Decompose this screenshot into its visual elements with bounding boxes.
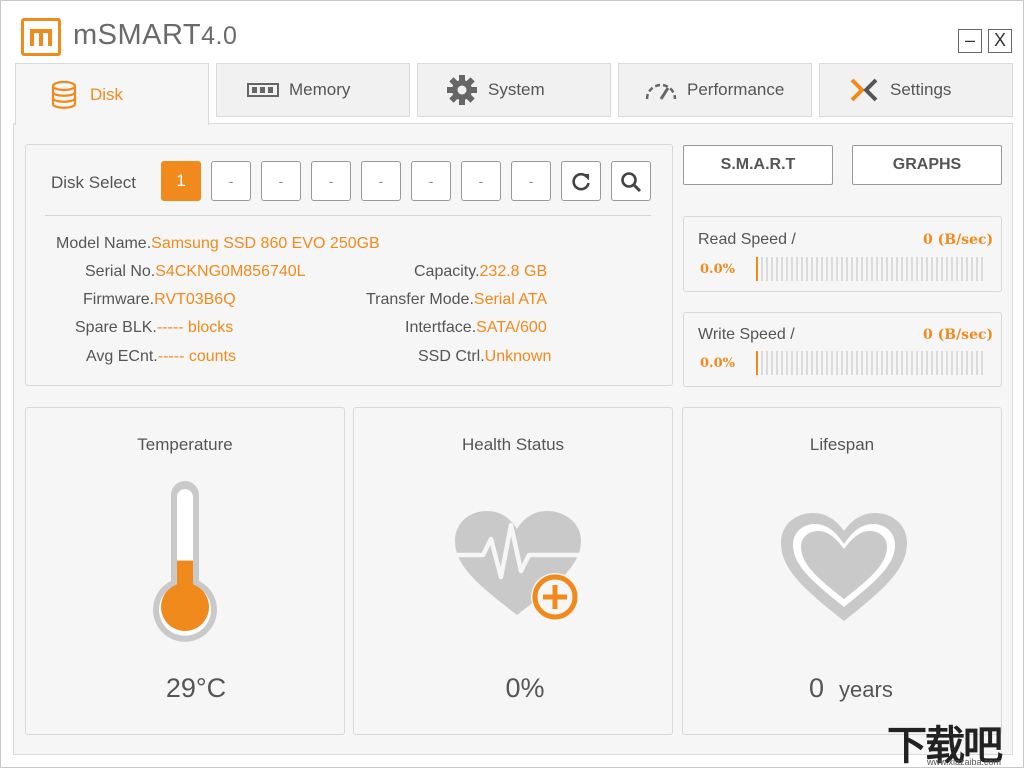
tab-memory[interactable]: Memory: [216, 63, 410, 117]
tab-memory-label: Memory: [289, 80, 351, 99]
read-speed-value: 0 (B/sec): [923, 232, 994, 248]
capacity-label: Capacity.: [414, 263, 480, 280]
health-value: 0%: [505, 673, 545, 703]
serial-no-row: Serial No.S4CKNG0M856740L: [85, 263, 306, 281]
app-title: mSMART4.0: [73, 19, 237, 52]
write-speed-bar-fill: [756, 351, 758, 375]
avg-ecnt-label: Avg ECnt.: [86, 348, 158, 365]
watermark: 下载吧 www.xiazaiba.com: [887, 713, 1023, 768]
lifespan-title: Lifespan: [809, 435, 875, 454]
search-icon: [621, 172, 642, 193]
health-title: Health Status: [461, 435, 565, 454]
tab-disk-label: Disk: [90, 84, 124, 104]
model-name-value: Samsung SSD 860 EVO 250GB: [151, 235, 380, 252]
read-speed-percent: 0.0%: [700, 262, 735, 277]
firmware-label: Firmware.: [83, 291, 155, 308]
app-name: mSMART: [73, 19, 202, 51]
model-name-label: Model Name.: [56, 235, 152, 252]
app-window: mSMART4.0 – X Disk Memory System Perform…: [0, 0, 1024, 768]
firmware-row: Firmware.RVT03B6Q: [83, 291, 236, 309]
serial-no-value: S4CKNG0M856740L: [155, 263, 306, 280]
watermark-sub: www.xiazaiba.com: [927, 757, 1002, 767]
heart-icon: [781, 513, 907, 621]
write-speed-percent: 0.0%: [700, 356, 735, 371]
disk-button-6[interactable]: -: [411, 161, 451, 201]
read-speed-bar: [756, 257, 986, 281]
spare-blk-row: Spare BLK.----- blocks: [75, 319, 233, 337]
transfer-mode-value: Serial ATA: [473, 291, 548, 308]
tab-performance[interactable]: Performance: [618, 63, 812, 117]
tab-performance-label: Performance: [687, 80, 785, 99]
thermometer-icon: [153, 481, 217, 642]
app-version: 4.0: [201, 22, 238, 50]
avg-ecnt-row: Avg ECnt.----- counts: [86, 348, 236, 366]
refresh-button[interactable]: [561, 161, 601, 201]
tab-system-label: System: [488, 80, 545, 99]
serial-no-label: Serial No.: [85, 263, 156, 280]
disk-button-2[interactable]: -: [211, 161, 251, 201]
capacity-value: 232.8 GB: [479, 263, 548, 280]
write-speed-title: Write Speed /: [698, 326, 795, 343]
disk-button-7[interactable]: -: [461, 161, 501, 201]
disk-button-4[interactable]: -: [311, 161, 351, 201]
interface-row: Intertface.SATA/600: [405, 319, 547, 337]
database-icon: [46, 80, 82, 110]
search-button[interactable]: [611, 161, 651, 201]
smart-button[interactable]: S.M.A.R.T: [683, 145, 833, 185]
lifespan-value-row: 0 years: [809, 673, 893, 704]
ssd-ctrl-value: Unknown: [484, 348, 552, 365]
close-button[interactable]: X: [988, 29, 1012, 53]
lifespan-unit: years: [839, 677, 893, 702]
spare-blk-value: ----- blocks: [156, 319, 234, 336]
transfer-mode-row: Transfer Mode.Serial ATA: [366, 291, 547, 309]
graphs-button[interactable]: GRAPHS: [852, 145, 1002, 185]
ssd-ctrl-label: SSD Ctrl.: [418, 348, 485, 365]
model-name-row: Model Name.Samsung SSD 860 EVO 250GB: [56, 235, 380, 253]
transfer-mode-label: Transfer Mode.: [366, 291, 474, 308]
disk-select-label: Disk Select: [51, 173, 137, 192]
ssd-ctrl-row: SSD Ctrl.Unknown: [418, 348, 551, 366]
disk-button-1[interactable]: 1: [161, 161, 201, 201]
tab-system[interactable]: System: [417, 63, 611, 117]
spare-blk-label: Spare BLK.: [75, 319, 157, 336]
interface-label: Intertface.: [405, 319, 477, 336]
disk-button-3[interactable]: -: [261, 161, 301, 201]
read-speed-bar-fill: [756, 257, 758, 281]
write-speed-value: 0 (B/sec): [923, 327, 994, 343]
tab-settings[interactable]: Settings: [819, 63, 1013, 117]
temperature-value: 29°C: [165, 673, 227, 703]
minimize-button[interactable]: –: [958, 29, 982, 53]
read-speed-title: Read Speed /: [698, 231, 796, 248]
lifespan-value: 0: [809, 673, 825, 703]
heart-pulse-icon: [455, 511, 581, 621]
disk-button-5[interactable]: -: [361, 161, 401, 201]
temperature-title: Temperature: [137, 435, 233, 454]
avg-ecnt-value: ----- counts: [157, 348, 236, 365]
refresh-icon: [572, 172, 590, 191]
firmware-value: RVT03B6Q: [154, 291, 236, 308]
divider: [45, 215, 651, 216]
app-logo-icon: [21, 18, 61, 56]
tab-disk[interactable]: Disk: [15, 63, 209, 125]
interface-value: SATA/600: [476, 319, 547, 336]
tab-settings-label: Settings: [890, 80, 952, 99]
speedometer-icon: [643, 75, 679, 105]
gear-icon: [444, 75, 480, 105]
disk-button-8[interactable]: -: [511, 161, 551, 201]
capacity-row: Capacity.232.8 GB: [414, 263, 547, 281]
write-speed-bar: [756, 351, 986, 375]
write-speed-box: [683, 312, 1002, 387]
memory-chip-icon: [245, 75, 281, 105]
settings-x-icon: [846, 75, 882, 105]
